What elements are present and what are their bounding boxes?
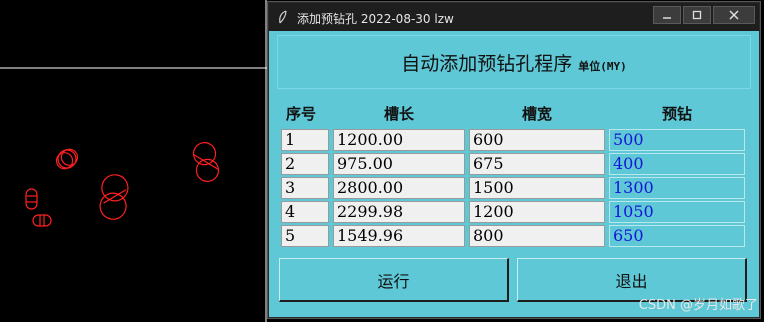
cad-slot-shape bbox=[32, 214, 52, 227]
minimize-button[interactable] bbox=[653, 6, 681, 24]
cad-slot-shape bbox=[192, 142, 220, 182]
cad-slot-shape bbox=[99, 174, 129, 220]
slot-width-field[interactable]: 600 bbox=[469, 129, 605, 151]
maximize-icon bbox=[692, 10, 702, 20]
unit-label: 单位(MY) bbox=[578, 60, 627, 73]
window-title: 添加预钻孔 2022-08-30 lzw bbox=[297, 12, 454, 26]
slot-length-field[interactable]: 2800.00 bbox=[333, 177, 465, 199]
feather-icon bbox=[279, 10, 287, 24]
cad-slot-shape bbox=[25, 188, 38, 210]
row-index-cell[interactable]: 3 bbox=[281, 177, 329, 199]
column-header-width: 槽宽 bbox=[521, 105, 552, 123]
close-icon bbox=[729, 10, 739, 20]
row-index-cell[interactable]: 1 bbox=[281, 129, 329, 151]
dialog-header: 自动添加预钻孔程序 单位(MY) bbox=[277, 35, 751, 89]
column-header-index: 序号 bbox=[285, 105, 316, 123]
title-bar[interactable]: 添加预钻孔 2022-08-30 lzw bbox=[269, 3, 759, 31]
pre-drill-field[interactable]: 1300 bbox=[609, 177, 745, 199]
window-controls bbox=[653, 6, 755, 24]
minimize-icon bbox=[663, 17, 671, 19]
row-index-cell[interactable]: 4 bbox=[281, 201, 329, 223]
close-button[interactable] bbox=[713, 6, 755, 24]
slot-width-field[interactable]: 675 bbox=[469, 153, 605, 175]
slot-width-field[interactable]: 1200 bbox=[469, 201, 605, 223]
slot-length-field[interactable]: 1549.96 bbox=[333, 225, 465, 247]
pre-drill-field[interactable]: 400 bbox=[609, 153, 745, 175]
row-index-cell[interactable]: 2 bbox=[281, 153, 329, 175]
page-title: 自动添加预钻孔程序 bbox=[401, 52, 573, 75]
pre-drill-field[interactable]: 650 bbox=[609, 225, 745, 247]
slot-length-field[interactable]: 2299.98 bbox=[333, 201, 465, 223]
add-drill-hole-dialog: 添加预钻孔 2022-08-30 lzw 自动添加预钻孔程序 单位(MY) 序号… bbox=[268, 2, 760, 318]
slot-length-field[interactable]: 1200.00 bbox=[333, 129, 465, 151]
cad-slot-shape bbox=[55, 148, 79, 170]
pre-drill-field[interactable]: 500 bbox=[609, 129, 745, 151]
column-header-length: 槽长 bbox=[383, 105, 414, 123]
watermark: CSDN @岁月如歌了 bbox=[638, 298, 758, 313]
pre-drill-field[interactable]: 1050 bbox=[609, 201, 745, 223]
slot-width-field[interactable]: 1500 bbox=[469, 177, 605, 199]
slot-length-field[interactable]: 975.00 bbox=[333, 153, 465, 175]
slot-width-field[interactable]: 800 bbox=[469, 225, 605, 247]
column-header-drill: 预钻 bbox=[661, 105, 692, 123]
run-button[interactable]: 运行 bbox=[279, 258, 509, 302]
maximize-button[interactable] bbox=[683, 6, 711, 24]
row-index-cell[interactable]: 5 bbox=[281, 225, 329, 247]
